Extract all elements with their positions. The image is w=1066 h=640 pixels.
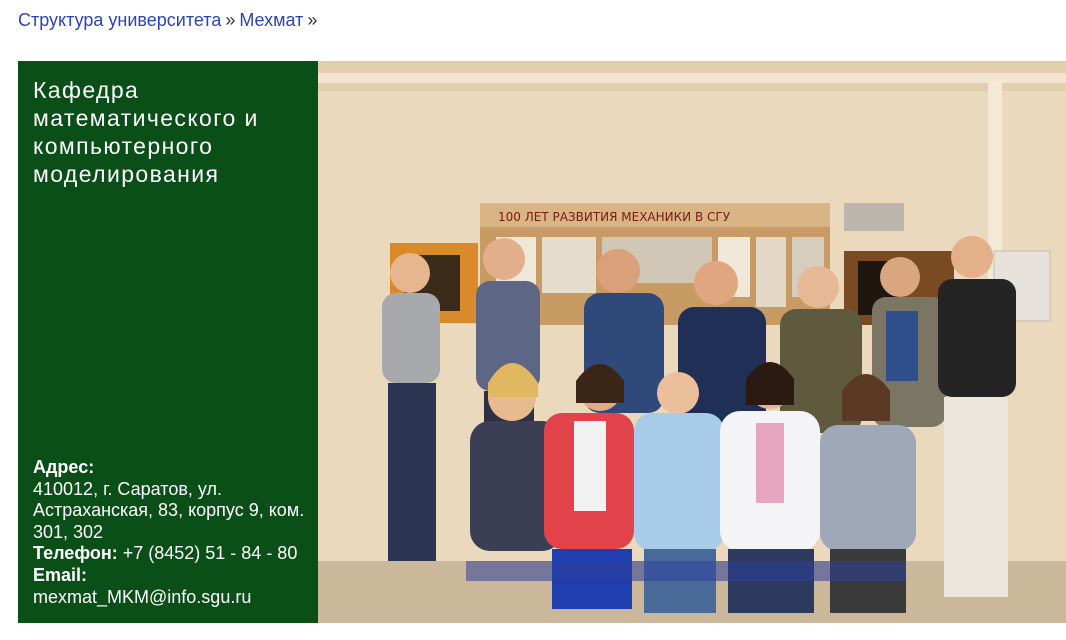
breadcrumb: Структура университета» Мехмат» (18, 9, 321, 31)
department-card: Кафедра математического и компьютерного … (18, 61, 1066, 623)
email-label: Email: (33, 564, 88, 585)
breadcrumb-separator: » (225, 10, 236, 30)
phone-row: Телефон: +7 (8452) 51 - 84 - 80 (33, 543, 318, 565)
address-value: 410012, г. Саратов, ул. Астраханская, 83… (33, 478, 305, 542)
department-title: Кафедра математического и компьютерного … (33, 77, 259, 187)
breadcrumb-separator: » (307, 10, 318, 30)
email-value: mexmat_MKM@info.sgu.ru (33, 586, 252, 607)
department-info-panel: Кафедра математического и компьютерного … (18, 61, 318, 623)
phone-value: +7 (8452) 51 - 84 - 80 (122, 543, 298, 564)
address-label: Адрес: (33, 457, 95, 477)
department-contacts: Адрес: 410012, г. Саратов, ул. Астраханс… (33, 457, 318, 608)
group-photo-illustration: 100 ЛЕТ РАЗВИТИЯ МЕХАНИКИ В СГУ (318, 61, 1066, 623)
breadcrumb-link-university-structure[interactable]: Структура университета (18, 10, 221, 30)
phone-label: Телефон: (33, 543, 118, 564)
photo-banner-text: 100 ЛЕТ РАЗВИТИЯ МЕХАНИКИ В СГУ (498, 210, 731, 224)
department-group-photo: 100 ЛЕТ РАЗВИТИЯ МЕХАНИКИ В СГУ (318, 61, 1066, 623)
breadcrumb-link-mechmat[interactable]: Мехмат (239, 10, 303, 30)
